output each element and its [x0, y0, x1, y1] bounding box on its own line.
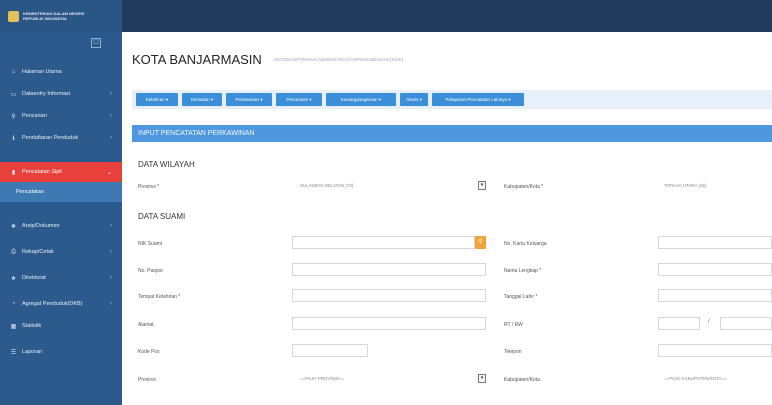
printer-icon: ⎙ [11, 248, 16, 255]
list-icon: ☰ [10, 349, 17, 356]
nik-suami-label: NIK Suami [138, 241, 162, 247]
sidebar-item-arsip-dokumen[interactable]: ❖ Arsip/Dokumen ‹ [0, 216, 122, 236]
rt-rw-label: RT / RW [504, 322, 523, 328]
tempat-lahir-input[interactable] [292, 289, 486, 302]
sidebar-item-label: Laporan [22, 349, 43, 355]
book-icon: ▮ [11, 169, 16, 176]
sidebar-item-label: Pendaftaran Penduduk [22, 135, 79, 141]
menu-perceraian-button[interactable]: Perceraian ▾ [276, 93, 322, 106]
chevron-down-icon: ⌄ [106, 169, 112, 176]
no-kk-label: No. Kartu Keluarga [504, 241, 547, 247]
sidebar-item-label: Statistik [22, 323, 42, 329]
chevron-left-icon: ‹ [110, 301, 112, 307]
table-icon: ▦ [10, 323, 17, 330]
wilayah-provinsi-select[interactable]: SULAWESI SELATAN (73) [300, 183, 353, 188]
garuda-emblem-icon [8, 10, 19, 22]
data-wilayah-heading: DATA WILAYAH [138, 160, 195, 169]
home-icon: ⌂ [11, 69, 16, 75]
chevron-left-icon: ‹ [110, 113, 112, 119]
sidebar-item-label: Pencatatan [16, 189, 44, 195]
data-suami-heading: DATA SUAMI [138, 212, 186, 221]
alamat-input[interactable] [292, 317, 486, 330]
menu-bar: Kelahiran ▾ Kematian ▾ Perkawinan ▾ Perc… [132, 90, 772, 109]
sidebar-item-label: Pencarian [22, 113, 47, 119]
wilayah-kabupaten-label: Kabupaten/Kota * [504, 184, 544, 190]
top-bar: KEMENTERIAN DALAM NEGERI REPUBLIK INDONE… [0, 0, 772, 32]
wilayah-kabupaten-select[interactable]: TORAJA UTARA (26) [664, 183, 707, 188]
chevron-left-icon: ‹ [110, 135, 112, 141]
sidebar-item-label: Pencatatan Sipil [22, 169, 62, 175]
chevron-left-icon: ‹ [110, 91, 112, 97]
suami-kabupaten-label: Kabupaten/Kota [504, 377, 540, 383]
menu-perkawinan-button[interactable]: Perkawinan ▾ [226, 93, 272, 106]
main-content: KOTA BANJARMASIN SISTEM INFORMASI ADMINI… [122, 32, 772, 405]
menu-kelahiran-button[interactable]: Kelahiran ▾ [136, 93, 178, 106]
sidebar-item-rekap-cetak[interactable]: ⎙ Rekap/Cetak ‹ [0, 242, 122, 262]
sidebar-item-label: Arsip/Dokumen [22, 223, 60, 229]
menu-kewarganegaraan-button[interactable]: Kewarganegaraan ▾ [326, 93, 396, 106]
telepon-input[interactable] [658, 344, 772, 357]
wilayah-provinsi-label: Provinsi * [138, 184, 160, 190]
sidebar-item-label: Dataentry Informasi [22, 91, 70, 97]
tag-icon: ❖ [10, 223, 17, 230]
nama-lengkap-input[interactable] [658, 263, 772, 276]
pie-chart-icon: ◔ [11, 301, 16, 307]
chevron-left-icon: ‹ [110, 223, 112, 229]
search-icon: ⚲ [11, 113, 16, 120]
sidebar-item-pencarian[interactable]: ⚲ Pencarian ‹ [0, 106, 122, 126]
nama-lengkap-label: Nama Lengkap * [504, 268, 542, 274]
no-kk-input[interactable] [658, 236, 772, 249]
telepon-label: Telepon [504, 349, 522, 355]
suami-provinsi-label: Provinsi [138, 377, 156, 383]
nik-suami-input[interactable] [292, 236, 475, 249]
tanggal-lahir-label: Tanggal Lahir * [504, 294, 538, 300]
tanggal-lahir-input[interactable] [658, 289, 772, 302]
sidebar-subitem-pencatatan[interactable]: Pencatatan [0, 182, 122, 202]
rt-rw-separator: / [708, 319, 710, 325]
chevron-down-icon[interactable]: ▾ [478, 374, 486, 383]
brand-logo[interactable]: KEMENTERIAN DALAM NEGERI REPUBLIK INDONE… [0, 0, 122, 32]
alamat-label: Alamat [138, 322, 154, 328]
star-icon: ★ [10, 275, 17, 282]
suami-kabupaten-select[interactable]: ==PILIH KABUPATEN/KOTA== [664, 376, 727, 381]
sidebar-item-agregat-penduduk[interactable]: ◔ Agregat Penduduk(DKB) ‹ [0, 294, 122, 314]
chevron-left-icon: ‹ [110, 249, 112, 255]
brand-text: KEMENTERIAN DALAM NEGERI REPUBLIK INDONE… [23, 11, 84, 21]
rw-input[interactable] [720, 317, 772, 330]
kode-pos-input[interactable] [292, 344, 368, 357]
kode-pos-label: Kode Pos [138, 349, 160, 355]
search-icon: ⚲ [478, 239, 483, 245]
sidebar-item-label: Agregat Penduduk(DKB) [22, 301, 83, 307]
sidebar-toggle-button[interactable]: □ [91, 38, 101, 48]
sidebar-item-label: Halaman Utama [22, 69, 62, 75]
sidebar-item-label: Direktorat [22, 275, 46, 281]
sidebar-item-dataentry[interactable]: ▭ Dataentry Informasi ‹ [0, 84, 122, 104]
sidebar-item-statistik[interactable]: ▦ Statistik [0, 316, 122, 336]
menu-kematian-button[interactable]: Kematian ▾ [182, 93, 222, 106]
tempat-lahir-label: Tempat Kelahiran * [138, 294, 181, 300]
page-subtitle: SISTEM INFORMASI ADMINISTRASI KEPENDUDUK… [274, 57, 404, 62]
suami-provinsi-select[interactable]: ==PILIH PROVINSI== [300, 376, 345, 381]
monitor-icon: ▭ [10, 91, 17, 98]
rt-input[interactable] [658, 317, 700, 330]
no-paspor-label: No. Paspor [138, 268, 164, 274]
sidebar: □ ⌂ Halaman Utama ▭ Dataentry Informasi … [0, 32, 122, 405]
sidebar-item-halaman-utama[interactable]: ⌂ Halaman Utama [0, 62, 122, 82]
form-section-title: INPUT PENCATATAN PERKAWINAN [132, 125, 772, 142]
sidebar-item-direktorat[interactable]: ★ Direktorat ‹ [0, 268, 122, 288]
chevron-left-icon: ‹ [110, 275, 112, 281]
search-button[interactable]: ⚲ [475, 236, 486, 249]
menu-pelaporan-lainnya-button[interactable]: Pelaporan Pencatatan Lainnya ▾ [432, 93, 524, 106]
chevron-down-icon[interactable]: ▾ [478, 181, 486, 190]
sidebar-item-pendaftaran-penduduk[interactable]: ℹ Pendaftaran Penduduk ‹ [0, 128, 122, 148]
info-icon: ℹ [12, 135, 15, 142]
sidebar-item-laporan[interactable]: ☰ Laporan [0, 342, 122, 362]
sidebar-item-label: Rekap/Cetak [22, 249, 54, 255]
no-paspor-input[interactable] [292, 263, 486, 276]
sidebar-item-pencatatan-sipil[interactable]: ▮ Pencatatan Sipil ⌄ [0, 162, 122, 182]
brand-line-2: REPUBLIK INDONESIA [23, 16, 67, 21]
page-title: KOTA BANJARMASIN [132, 52, 262, 67]
menu-akses-button[interactable]: Akses ▾ [400, 93, 428, 106]
